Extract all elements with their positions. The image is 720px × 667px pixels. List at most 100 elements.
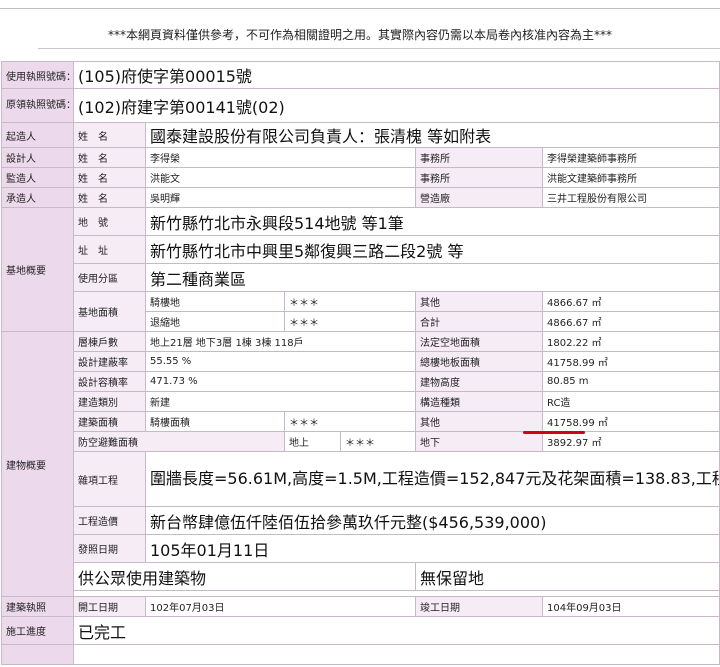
- building-far: 471.73 %: [145, 371, 416, 392]
- supervisor-row: 監造人 姓 名 洪能文 事務所 洪能文建築師事務所: [1, 167, 720, 188]
- trailing-label: [1, 644, 74, 665]
- building-arcade-area-label: 騎樓面積: [145, 411, 285, 432]
- designer-row: 設計人 姓 名 李得榮 事務所 李得榮建築師事務所: [1, 147, 720, 168]
- progress-value: 已完工: [72, 616, 720, 645]
- trailing-value: [72, 644, 720, 665]
- notice-banner: ***本網頁資料僅供參考，不可作為相關證明之用。其實際內容仍需以本局卷內核准內容…: [0, 0, 720, 49]
- building-floor-area: 41758.99 ㎡: [541, 351, 720, 372]
- divider: [0, 8, 720, 9]
- designer-label: 設計人: [1, 147, 74, 168]
- building-vacant-label: 法定空地面積: [415, 331, 543, 352]
- notice-text: ***本網頁資料僅供參考，不可作為相關證明之用。其實際內容仍需以本局卷內核准內容…: [107, 28, 612, 42]
- building-bcr: 55.55 %: [145, 351, 416, 372]
- building-public-row: 供公眾使用建築物 無保留地: [2, 562, 720, 591]
- building-height-label: 建物高度: [415, 371, 543, 392]
- building-type: 新建: [145, 391, 416, 412]
- site-lot-label: 地 號: [73, 207, 146, 236]
- contractor-office: 三井工程股份有限公司: [541, 187, 720, 208]
- orig-license-value: (102)府建字第00141號(02): [72, 88, 720, 123]
- construction-end-label: 竣工日期: [415, 596, 543, 617]
- building-type-label: 建造類別: [73, 391, 146, 412]
- site-zone-label: 使用分區: [73, 263, 146, 292]
- building-floors-row: 建物概要 層棟戶數 地上21層 地下3層 1棟 3棟 118戶 法定空地面積 1…: [1, 331, 720, 597]
- building-issue-label: 發照日期: [73, 534, 146, 563]
- building-cost-row: 工程造價 新台幣肆億伍仟陸佰伍拾參萬玖仟元整($456,539,000): [2, 506, 720, 535]
- license-info-table: 使用執照號碼： (105)府使字第00015號 原領執照號碼： (102)府建字…: [1, 61, 720, 665]
- site-setback-label: 退縮地: [145, 311, 285, 332]
- starter-name-label: 姓 名: [73, 122, 146, 148]
- building-floor-area-label: 總樓地板面積: [415, 351, 543, 372]
- supervisor-label: 監造人: [1, 167, 74, 188]
- building-bcr-label: 設計建蔽率: [73, 351, 146, 372]
- site-lot-row: 基地概要 地 號 新竹縣竹北市永興段514地號 等1筆: [1, 207, 720, 332]
- contractor-name-label: 姓 名: [73, 187, 146, 208]
- divider: [38, 48, 720, 49]
- site-total-label: 合計: [415, 311, 543, 332]
- contractor-label: 承造人: [1, 187, 74, 208]
- site-area-label: 基地面積: [73, 291, 146, 332]
- progress-row: 施工進度 已完工: [1, 616, 720, 645]
- construction-start-label: 開工日期: [73, 596, 146, 617]
- building-below-label: 地下: [415, 431, 543, 452]
- building-public-use: 供公眾使用建築物: [73, 562, 416, 591]
- building-vacant: 1802.22 ㎡: [541, 331, 720, 352]
- starter-value: 國泰建設股份有限公司負責人：張清槐 等如附表: [144, 122, 720, 148]
- contractor-office-label: 營造廠: [415, 187, 543, 208]
- building-label: 建物概要: [1, 331, 74, 597]
- supervisor-office-label: 事務所: [415, 167, 543, 188]
- building-above-label: 地上: [284, 431, 341, 452]
- site-arcade-label: 騎樓地: [145, 291, 285, 312]
- building-struct: RC造: [541, 391, 720, 412]
- site-lot: 新竹縣竹北市永興段514地號 等1筆: [144, 207, 720, 236]
- construction-end: 104年09月03日: [541, 596, 720, 617]
- building-below: 3892.97 ㎡: [541, 431, 720, 452]
- supervisor-name: 洪能文: [145, 167, 416, 188]
- building-height: 80.85 m: [541, 371, 720, 392]
- construction-label: 建築執照: [1, 596, 74, 617]
- site-label: 基地概要: [1, 207, 74, 332]
- progress-label: 施工進度: [1, 616, 74, 645]
- building-barea-label: 建築面積: [73, 411, 146, 432]
- site-addr: 新竹縣竹北市中興里5鄰復興三路二段2號 等: [144, 235, 720, 264]
- trailing-row: [1, 644, 720, 665]
- building-cost-label: 工程造價: [73, 506, 146, 535]
- site-other: 4866.67 ㎡: [541, 291, 720, 312]
- building-floors: 地上21層 地下3層 1棟 3棟 118戶: [145, 331, 416, 352]
- building-struct-label: 構造種類: [415, 391, 543, 412]
- building-misc-row: 雜項工程 圍牆長度=56.61M,高度=1.5M,工程造價=152,847元及花…: [2, 451, 720, 507]
- license-label: 使用執照號碼：: [1, 61, 74, 89]
- building-far-row: 設計容積率 471.73 % 建物高度 80.85 m: [2, 371, 720, 392]
- building-issue: 105年01月11日: [144, 534, 720, 563]
- site-zone: 第二種商業區: [144, 263, 720, 292]
- orig-license-label: 原領執照號碼：: [1, 88, 74, 123]
- building-above: ＊＊＊: [340, 431, 416, 452]
- construction-row: 建築執照 開工日期 102年07月03日 竣工日期 104年09月03日: [1, 596, 720, 617]
- building-far-label: 設計容積率: [73, 371, 146, 392]
- building-barea-other: 41758.99 ㎡: [541, 411, 720, 432]
- license-row: 使用執照號碼： (105)府使字第00015號: [1, 61, 720, 89]
- site-arcade: ＊＊＊: [284, 291, 416, 312]
- building-floors-label: 層棟戶數: [73, 331, 146, 352]
- building-misc: 圍牆長度=56.61M,高度=1.5M,工程造價=152,847元及花架面積=1…: [144, 451, 720, 507]
- orig-license-row: 原領執照號碼： (102)府建字第00141號(02): [1, 88, 720, 123]
- contractor-row: 承造人 姓 名 吳明輝 營造廠 三井工程股份有限公司: [1, 187, 720, 208]
- license-value: (105)府使字第00015號: [72, 61, 720, 89]
- building-type-row: 建造類別 新建 構造種類 RC造: [2, 391, 720, 412]
- building-shelter-row: 防空避難面積 地上 ＊＊＊ 地下 3892.97 ㎡: [2, 431, 720, 452]
- construction-start: 102年07月03日: [145, 596, 416, 617]
- site-zone-row: 使用分區 第二種商業區: [2, 263, 720, 292]
- handwritten-underline: [523, 431, 585, 434]
- site-addr-row: 址 址 新竹縣竹北市中興里5鄰復興三路二段2號 等: [2, 235, 720, 264]
- contractor-name: 吳明輝: [145, 187, 416, 208]
- designer-office: 李得榮建築師事務所: [541, 147, 720, 168]
- site-addr-label: 址 址: [73, 235, 146, 264]
- site-setback: ＊＊＊: [284, 311, 416, 332]
- site-other-label: 其他: [415, 291, 543, 312]
- building-cost: 新台幣肆億伍仟陸佰伍拾參萬玖仟元整($456,539,000): [144, 506, 720, 535]
- building-shelter-label: 防空避難面積: [73, 431, 285, 452]
- building-barea-row: 建築面積 騎樓面積 ＊＊＊ 其他 41758.99 ㎡: [2, 411, 720, 432]
- site-area-row: 基地面積 騎樓地 ＊＊＊ 其他 4866.67 ㎡: [2, 291, 720, 332]
- building-misc-label: 雜項工程: [73, 451, 146, 507]
- building-arcade-area: ＊＊＊: [284, 411, 416, 432]
- building-issue-row: 發照日期 105年01月11日: [2, 534, 720, 563]
